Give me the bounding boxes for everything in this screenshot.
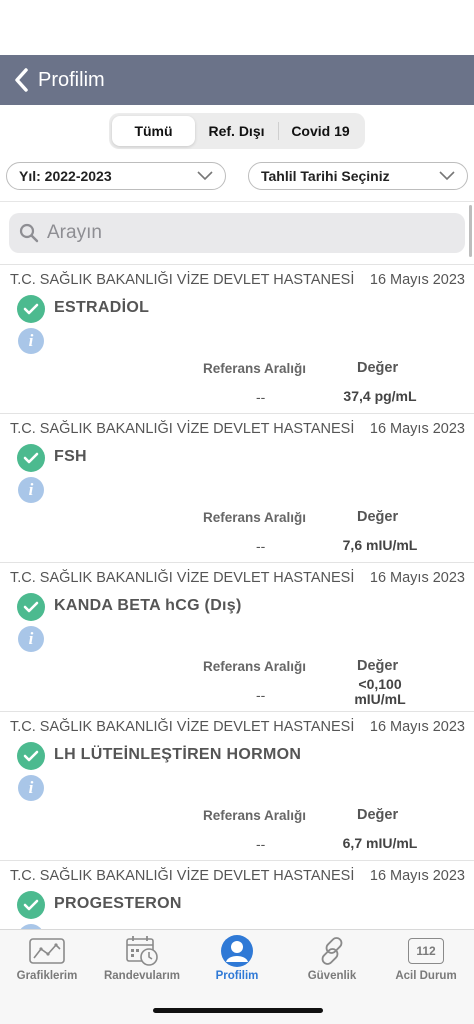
search-input[interactable] xyxy=(47,222,447,244)
hospital-name: T.C. SAĞLIK BAKANLIĞI VİZE DEVLET HASTAN… xyxy=(10,272,355,288)
date-dropdown-label: Tahlil Tarihi Seçiniz xyxy=(261,168,390,184)
results-list: T.C. SAĞLIK BAKANLIĞI VİZE DEVLET HASTAN… xyxy=(0,264,474,929)
reference-range-value: -- xyxy=(256,538,266,554)
tab-label: Grafiklerim xyxy=(16,970,78,982)
result-value: 37,4 pg/mL xyxy=(343,388,417,404)
tab-randevularim[interactable]: Randevularım xyxy=(95,930,189,990)
emergency-112-icon: 112 xyxy=(408,935,444,967)
result-card[interactable]: T.C. SAĞLIK BAKANLIĞI VİZE DEVLET HASTAN… xyxy=(0,562,474,711)
result-date: 16 Mayıs 2023 xyxy=(369,868,465,884)
value-label: Değer xyxy=(357,807,399,823)
value-label: Değer xyxy=(357,360,399,376)
result-date: 16 Mayıs 2023 xyxy=(369,421,465,437)
check-icon xyxy=(17,742,45,770)
chart-icon xyxy=(29,935,65,967)
back-button[interactable]: Profilim xyxy=(0,55,105,105)
hospital-name: T.C. SAĞLIK BAKANLIĞI VİZE DEVLET HASTAN… xyxy=(10,570,355,586)
reference-range-value: -- xyxy=(256,389,266,405)
segment-ref-disi[interactable]: Ref. Dışı xyxy=(195,116,278,146)
result-card[interactable]: T.C. SAĞLIK BAKANLIĞI VİZE DEVLET HASTAN… xyxy=(0,711,474,860)
tab-label: Güvenlik xyxy=(307,970,357,982)
tab-label: Randevularım xyxy=(103,970,181,982)
segmented-control: Tümü Ref. Dışı Covid 19 xyxy=(109,113,365,149)
test-name: LH LÜTEİNLEŞTİREN HORMON xyxy=(54,746,302,763)
link-icon xyxy=(316,935,348,967)
tab-guvenlik[interactable]: Güvenlik xyxy=(285,930,379,990)
search-icon xyxy=(19,223,39,243)
result-value: 7,6 mIU/mL xyxy=(342,537,418,553)
year-dropdown-label: Yıl: 2022-2023 xyxy=(19,168,112,184)
check-icon xyxy=(17,444,45,472)
reference-range-label: Referans Aralığı xyxy=(203,361,307,376)
result-card[interactable]: T.C. SAĞLIK BAKANLIĞI VİZE DEVLET HASTAN… xyxy=(0,860,474,929)
segment-covid-19[interactable]: Covid 19 xyxy=(279,116,362,146)
result-value-line2: mIU/mL xyxy=(354,691,406,707)
check-icon xyxy=(17,295,45,323)
result-date: 16 Mayıs 2023 xyxy=(369,272,465,288)
check-icon xyxy=(17,593,45,621)
test-name: ESTRADİOL xyxy=(54,299,150,316)
result-card[interactable]: T.C. SAĞLIK BAKANLIĞI VİZE DEVLET HASTAN… xyxy=(0,264,474,413)
tab-profilim[interactable]: Profilim xyxy=(190,930,284,990)
result-value: <0,100 mIU/mL xyxy=(354,677,405,707)
value-label: Değer xyxy=(357,509,399,525)
info-icon[interactable]: i xyxy=(18,477,44,503)
info-icon[interactable]: i xyxy=(18,626,44,652)
segment-tumu[interactable]: Tümü xyxy=(112,116,195,146)
info-icon[interactable]: i xyxy=(18,775,44,801)
info-icon[interactable]: i xyxy=(18,328,44,354)
reference-range-label: Referans Aralığı xyxy=(203,510,307,525)
chevron-left-icon xyxy=(15,68,28,92)
result-card[interactable]: T.C. SAĞLIK BAKANLIĞI VİZE DEVLET HASTAN… xyxy=(0,413,474,562)
result-value-line1: <0,100 xyxy=(358,676,402,692)
test-name: PROGESTERON xyxy=(54,895,182,912)
tab-grafiklerim[interactable]: Grafiklerim xyxy=(0,930,94,990)
tab-label: Profilim xyxy=(215,970,259,982)
date-dropdown[interactable]: Tahlil Tarihi Seçiniz xyxy=(248,162,468,190)
emergency-badge: 112 xyxy=(408,938,444,964)
scrollbar[interactable] xyxy=(469,205,472,257)
check-icon xyxy=(17,891,45,919)
search-bar xyxy=(9,213,465,253)
home-indicator xyxy=(153,1008,323,1013)
reference-range-label: Referans Aralığı xyxy=(203,808,307,823)
test-name: FSH xyxy=(54,448,87,465)
status-area xyxy=(0,0,474,55)
profile-icon xyxy=(220,935,254,967)
result-date: 16 Mayıs 2023 xyxy=(369,719,465,735)
reference-range-value: -- xyxy=(256,687,266,703)
result-date: 16 Mayıs 2023 xyxy=(369,570,465,586)
reference-range-label: Referans Aralığı xyxy=(203,659,307,674)
calendar-clock-icon xyxy=(125,935,159,967)
test-name: KANDA BETA hCG (Dış) xyxy=(54,597,242,614)
value-label: Değer xyxy=(357,658,399,674)
tab-label: Acil Durum xyxy=(395,970,457,982)
page-title: Profilim xyxy=(38,68,105,91)
chevron-down-icon xyxy=(439,171,455,181)
reference-range-value: -- xyxy=(256,836,266,852)
result-value: 6,7 mIU/mL xyxy=(342,835,418,851)
chevron-down-icon xyxy=(197,171,213,181)
tab-acil-durum[interactable]: 112 Acil Durum xyxy=(379,930,473,990)
hospital-name: T.C. SAĞLIK BAKANLIĞI VİZE DEVLET HASTAN… xyxy=(10,421,355,437)
hospital-name: T.C. SAĞLIK BAKANLIĞI VİZE DEVLET HASTAN… xyxy=(10,719,355,735)
hospital-name: T.C. SAĞLIK BAKANLIĞI VİZE DEVLET HASTAN… xyxy=(10,868,355,884)
divider xyxy=(0,201,474,202)
year-dropdown[interactable]: Yıl: 2022-2023 xyxy=(6,162,226,190)
navigation-bar: Profilim xyxy=(0,55,474,105)
